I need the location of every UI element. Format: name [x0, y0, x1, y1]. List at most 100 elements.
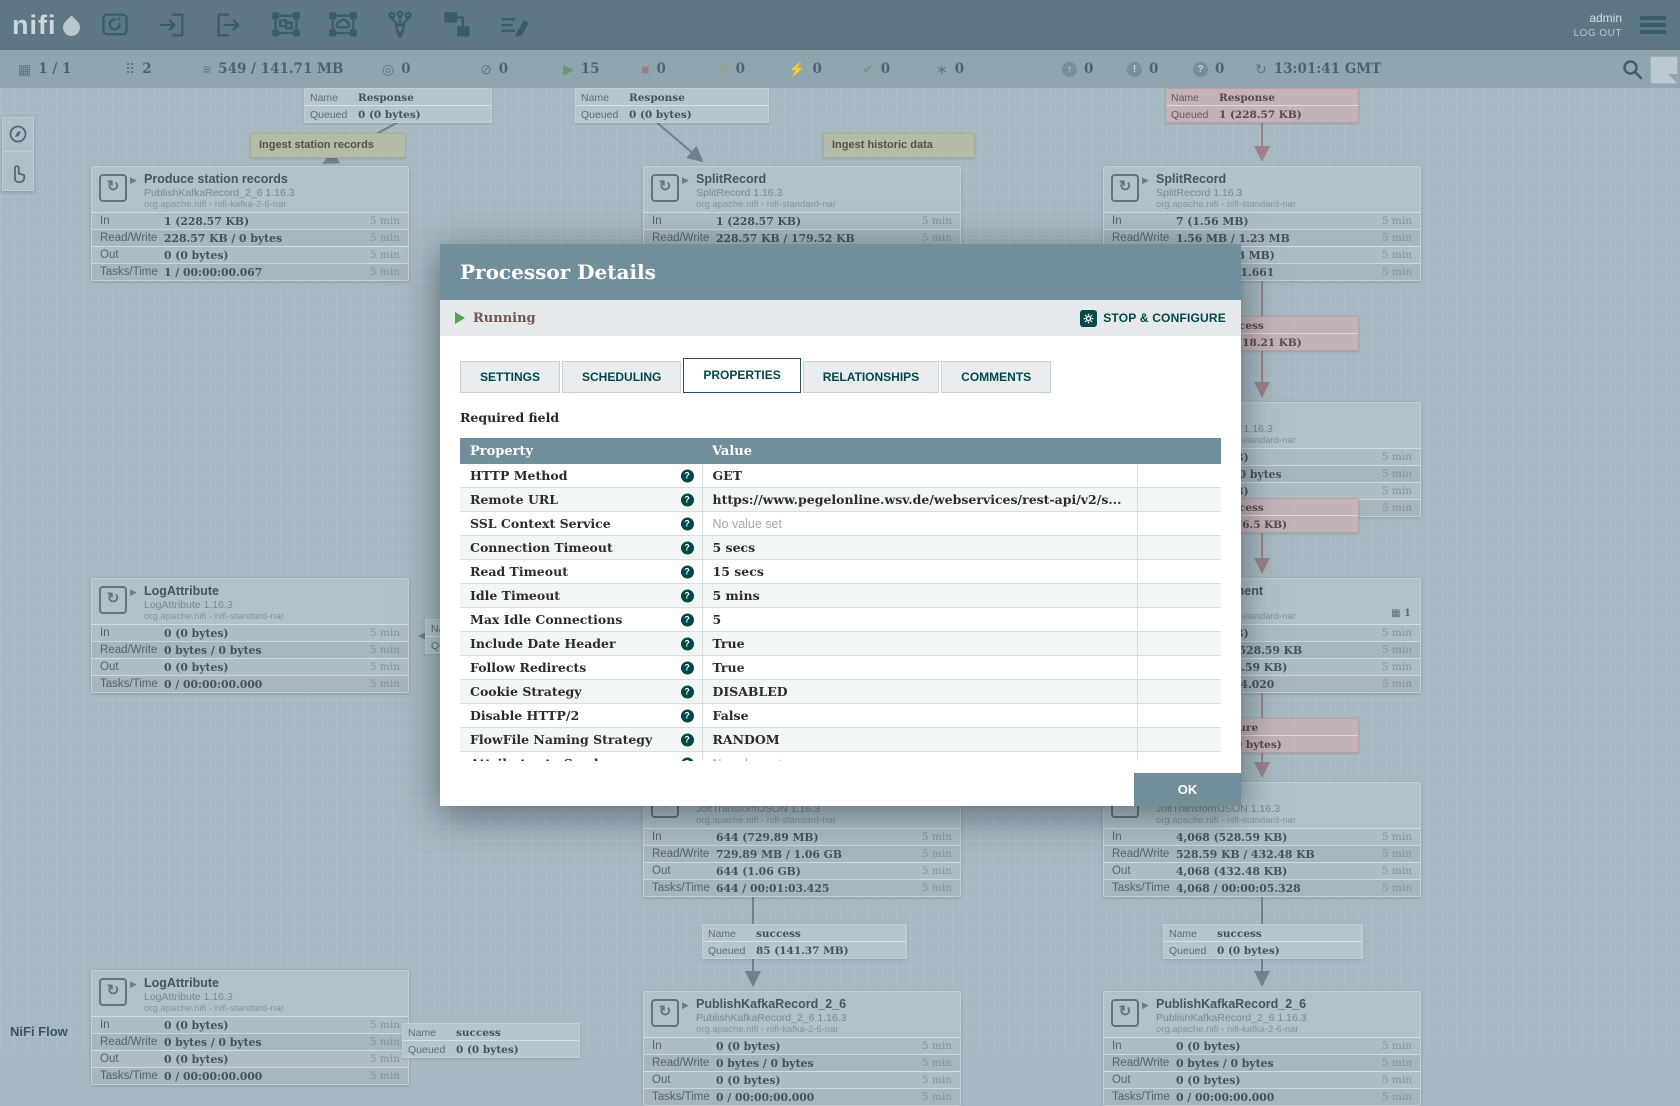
flow-status-bar: ↻ 13:01:41 GMT ▦1 / 1⠿2≡549 / 141.71 MB◎… [0, 50, 1680, 88]
help-icon[interactable]: ? [681, 685, 694, 698]
birdseye-toggle-button[interactable] [1650, 56, 1678, 84]
property-value[interactable]: No value set [702, 512, 1137, 536]
property-value[interactable]: https://www.pegelonline.wsv.de/webservic… [702, 488, 1137, 512]
status-queued: ≡549 / 141.71 MB [203, 50, 343, 88]
tab-comments[interactable]: COMMENTS [941, 361, 1051, 393]
processor-stats: In0 (0 bytes)5 minRead/Write0 bytes / 0 … [92, 1016, 408, 1084]
property-value[interactable]: False [702, 704, 1137, 728]
property-value[interactable]: RANDOM [702, 728, 1137, 752]
connection-label-1[interactable]: NameResponseQueued0 (0 bytes) [575, 88, 769, 123]
connection-label-9[interactable]: NamesuccessQueued0 (0 bytes) [402, 1023, 580, 1058]
property-name: HTTP Method? [460, 464, 702, 488]
processor-title: PublishKafkaRecord_2_6 [1156, 997, 1306, 1011]
processor-type-icon: ↻ [1111, 999, 1139, 1027]
help-icon[interactable]: ? [681, 517, 694, 530]
search-icon[interactable] [1620, 57, 1644, 81]
status-locally-modified-stale: !0 [1127, 50, 1158, 88]
stat-row-read-write: Read/Write528.59 KB / 432.48 KB5 min [1104, 845, 1420, 862]
global-menu-icon[interactable] [1640, 16, 1666, 34]
help-icon[interactable]: ? [681, 493, 694, 506]
canvas-label-ingest-station-records[interactable]: Ingest station records [250, 133, 406, 158]
property-row-attributes-to-send: Attributes to Send?No value set [460, 752, 1221, 762]
processor-logattribute-9[interactable]: ↻▶LogAttributeLogAttribute 1.16.3org.apa… [91, 578, 409, 693]
processor-type-icon: ↻ [99, 978, 127, 1006]
help-icon[interactable]: ? [681, 709, 694, 722]
property-value[interactable]: True [702, 656, 1137, 680]
canvas-label-ingest-historic-data[interactable]: Ingest historic data [823, 133, 975, 158]
status-not-transmitting: ⊘0 [480, 50, 508, 88]
breadcrumb[interactable]: NiFi Flow [10, 1024, 68, 1039]
property-value[interactable]: DISABLED [702, 680, 1137, 704]
output-port-icon[interactable] [207, 7, 251, 43]
processor-bundle: org.apache.nifi - nifi-kafka-2-6-nar [1156, 1024, 1299, 1035]
processor-publishkafkarecord-2-6-8[interactable]: ↻▶PublishKafkaRecord_2_6PublishKafkaReco… [1103, 991, 1421, 1106]
processor-icon[interactable] [93, 7, 137, 43]
property-value[interactable]: 5 secs [702, 536, 1137, 560]
processor-type: SplitRecord 1.16.3 [1156, 187, 1242, 199]
connection-label-6[interactable]: NamesuccessQueued85 (141.37 MB) [702, 924, 907, 959]
stat-row-in: In7 (1.56 MB)5 min [1104, 212, 1420, 229]
stat-row-in: In1 (228.57 KB)5 min [644, 212, 960, 229]
help-icon[interactable]: ? [681, 733, 694, 746]
ok-button[interactable]: OK [1134, 773, 1241, 806]
property-value[interactable]: No value set [702, 752, 1137, 762]
help-icon[interactable]: ? [681, 589, 694, 602]
tab-scheduling[interactable]: SCHEDULING [562, 361, 681, 393]
stat-row-in: In0 (0 bytes)5 min [644, 1037, 960, 1054]
tab-properties[interactable]: PROPERTIES [683, 358, 800, 393]
property-value[interactable]: 5 [702, 608, 1137, 632]
property-actions-cell [1137, 536, 1221, 560]
logout-link[interactable]: LOG OUT [1573, 28, 1622, 39]
sync-failure-count: 0 [1215, 61, 1224, 77]
stop-and-configure-button[interactable]: STOP & CONFIGURE [1080, 310, 1226, 327]
tab-relationships[interactable]: RELATIONSHIPS [803, 361, 939, 393]
help-icon[interactable]: ? [681, 661, 694, 674]
help-icon[interactable]: ? [681, 469, 694, 482]
connection-label-0[interactable]: NameResponseQueued0 (0 bytes) [304, 88, 492, 123]
connection-name-row: NameResponse [305, 89, 491, 105]
property-name: SSL Context Service? [460, 512, 702, 536]
connection-label-2[interactable]: NameResponseQueued1 (228.57 KB) [1165, 88, 1359, 123]
processor-details-dialog: Processor Details Running STOP & CONFIGU… [440, 244, 1241, 806]
connection-name-row: NameResponse [1166, 89, 1358, 105]
stat-row-out: Out4,068 (432.48 KB)5 min [1104, 862, 1420, 879]
run-status-icon: ▶ [130, 979, 137, 990]
processor-produce-station-records-0[interactable]: ↻▶Produce station recordsPublishKafkaRec… [91, 166, 409, 281]
property-value[interactable]: 5 mins [702, 584, 1137, 608]
last-refresh-time[interactable]: ↻ 13:01:41 GMT [1255, 50, 1381, 88]
operate-palette-button[interactable] [2, 151, 34, 191]
connection-label-7[interactable]: NamesuccessQueued0 (0 bytes) [1163, 924, 1363, 959]
input-port-icon[interactable] [150, 7, 194, 43]
processor-publishkafkarecord-2-6-7[interactable]: ↻▶PublishKafkaRecord_2_6PublishKafkaReco… [643, 991, 961, 1106]
navigate-palette-button[interactable] [2, 117, 34, 151]
template-icon[interactable] [435, 7, 479, 43]
property-value[interactable]: 15 secs [702, 560, 1137, 584]
tab-settings[interactable]: SETTINGS [460, 361, 560, 393]
processor-title: Produce station records [144, 172, 288, 186]
status-transmitting: ◎0 [382, 50, 411, 88]
property-actions-cell [1137, 464, 1221, 488]
property-row-http-method: HTTP Method?GET [460, 464, 1221, 488]
help-icon[interactable]: ? [681, 757, 694, 761]
property-value[interactable]: GET [702, 464, 1137, 488]
up-to-date-icon: ✔ [862, 62, 874, 76]
compass-icon [8, 124, 28, 144]
help-icon[interactable]: ? [681, 613, 694, 626]
run-status-icon: ▶ [682, 175, 689, 186]
refresh-icon[interactable]: ↻ [1255, 62, 1267, 76]
funnel-icon[interactable] [378, 7, 422, 43]
connected-nodes-icon: ▦ [18, 62, 31, 76]
property-value[interactable]: True [702, 632, 1137, 656]
help-icon[interactable]: ? [681, 541, 694, 554]
process-group-icon[interactable] [264, 7, 308, 43]
label-icon[interactable] [492, 7, 536, 43]
processor-bundle: org.apache.nifi - nifi-standard-nar [144, 611, 284, 622]
property-actions-cell [1137, 752, 1221, 762]
property-row-include-date-header: Include Date Header?True [460, 632, 1221, 656]
remote-process-group-icon[interactable] [321, 7, 365, 43]
help-icon[interactable]: ? [681, 637, 694, 650]
help-icon[interactable]: ? [681, 565, 694, 578]
properties-table[interactable]: Property Value HTTP Method?GETRemote URL… [460, 438, 1221, 761]
stopped-count: 0 [656, 61, 665, 77]
processor-logattribute-10[interactable]: ↻▶LogAttributeLogAttribute 1.16.3org.apa… [91, 970, 409, 1085]
